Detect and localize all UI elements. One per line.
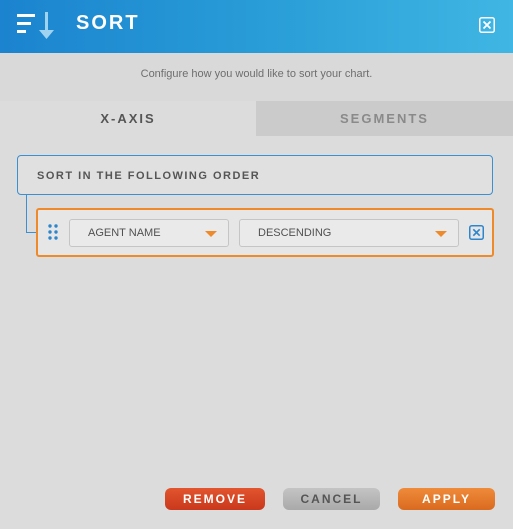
tree-connector bbox=[26, 195, 36, 233]
dialog-header: SORT bbox=[0, 0, 513, 53]
sort-field-value: AGENT NAME bbox=[88, 227, 161, 239]
sort-order-section: SORT IN THE FOLLOWING ORDER bbox=[17, 155, 493, 195]
apply-button[interactable]: APPLY bbox=[398, 488, 495, 510]
cancel-button[interactable]: CANCEL bbox=[283, 488, 380, 510]
remove-button[interactable]: REMOVE bbox=[165, 488, 265, 510]
sort-direction-value: DESCENDING bbox=[258, 227, 332, 239]
close-icon[interactable] bbox=[479, 17, 495, 33]
sort-order-label: SORT IN THE FOLLOWING ORDER bbox=[37, 170, 261, 182]
sort-descending-icon bbox=[17, 12, 54, 39]
drag-handle-icon[interactable] bbox=[47, 222, 59, 242]
sort-direction-select[interactable]: DESCENDING bbox=[239, 219, 459, 247]
sort-field-select[interactable]: AGENT NAME bbox=[69, 219, 229, 247]
chevron-down-icon bbox=[205, 231, 217, 237]
remove-rule-icon[interactable] bbox=[469, 225, 484, 240]
dialog-title: SORT bbox=[76, 12, 140, 34]
dialog-subtitle: Configure how you would like to sort you… bbox=[140, 68, 373, 80]
tab-segments[interactable]: SEGMENTS bbox=[256, 101, 513, 136]
tab-x-axis[interactable]: X-AXIS bbox=[0, 101, 256, 136]
sort-rule-row: AGENT NAME DESCENDING bbox=[36, 208, 494, 257]
chevron-down-icon bbox=[435, 231, 447, 237]
